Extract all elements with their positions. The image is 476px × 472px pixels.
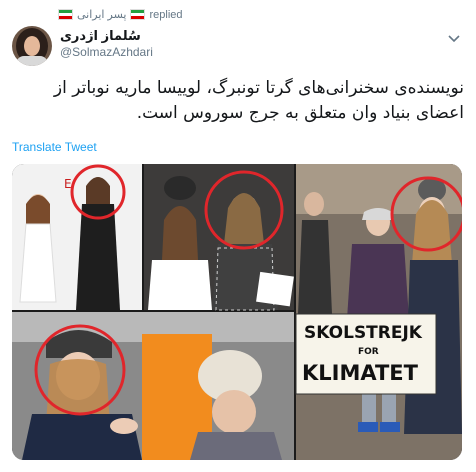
avatar[interactable]: [12, 26, 52, 66]
reply-context-user[interactable]: پسر ایرانی: [77, 8, 126, 21]
translate-tweet-link[interactable]: Translate Tweet: [12, 140, 97, 154]
iran-flag-icon: [130, 9, 146, 20]
tweet-photo[interactable]: E E S: [12, 164, 462, 460]
chevron-down-icon[interactable]: [446, 30, 462, 46]
sign-line-1: SKOLSTREJK: [304, 323, 423, 343]
author-handle[interactable]: @SolmazAzhdari: [60, 45, 153, 59]
reply-context: پسر ایرانی replied: [58, 8, 183, 21]
svg-text:E: E: [64, 177, 72, 191]
collage-graphic: E E S: [12, 164, 462, 460]
reply-context-label: replied: [149, 8, 183, 21]
author-name[interactable]: سُلماز اژدری: [60, 28, 141, 44]
sign-line-3: KLIMATET: [302, 361, 419, 385]
tweet-text: نویسنده‌ی سخنرانی‌های گرتا تونبرگ، لوییس…: [53, 78, 464, 123]
iran-flag-icon: [58, 9, 73, 20]
sign-line-2: FOR: [358, 347, 379, 357]
